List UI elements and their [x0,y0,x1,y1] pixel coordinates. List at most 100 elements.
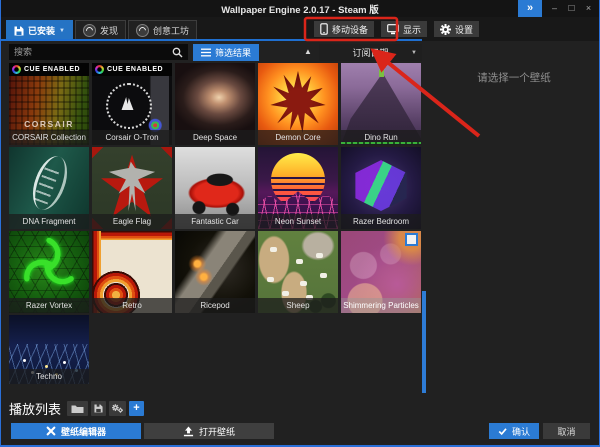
wallpaper-title: Neon Sunset [258,214,338,229]
settings-label: 设置 [455,23,473,36]
wallpaper-title: Razer Vortex [9,298,89,313]
search-input[interactable] [9,44,188,60]
display-button[interactable]: 显示 [381,21,427,37]
icue-logo-icon [95,65,104,74]
window-title: Wallpaper Engine 2.0.17 - Steam 版 [1,2,599,16]
wallpaper-title: Sheep [258,298,338,313]
wallpaper-tile-dino-run[interactable]: Dino Run [341,63,421,145]
more-chevrons-button[interactable]: » [518,0,542,17]
wallpaper-editor-button[interactable]: 壁纸编辑器 [11,423,141,439]
phone-icon [320,23,328,35]
icue-logo-icon [12,65,21,74]
razer-logo-art [17,234,81,298]
wallpaper-title: Retro [92,298,172,313]
sort-dropdown-value: 订阅日期 [352,46,388,59]
wallpaper-tile-corsair-collection[interactable]: CUE ENABLED CORSAIR CORSAIR Collection [9,63,89,145]
grid-scrollbar-thumb[interactable] [422,291,426,393]
collapse-arrow[interactable]: ▲ [304,47,312,56]
filter-results-label: 筛选结果 [215,46,251,59]
upload-icon [183,426,194,437]
window-controls: » – □ × [518,0,597,17]
techno-glow-art [23,359,26,362]
wallpaper-tile-deep-space[interactable]: Deep Space [175,63,255,145]
wallpaper-title: DNA Fragment [9,214,89,229]
wallpaper-tile-sheep[interactable]: Sheep [258,231,338,313]
playlist-save-button[interactable] [91,401,106,416]
settings-button[interactable]: 设置 [434,21,479,37]
monitor-icon [387,24,399,35]
check-icon [498,427,507,436]
wallpaper-title: CORSAIR Collection [9,130,89,145]
playlist-title: 播放列表 [9,399,61,418]
confirm-button[interactable]: 确认 [489,423,539,439]
wallpaper-title: Razer Bedroom [341,214,421,229]
wallpaper-tile-eagle-flag[interactable]: Eagle Flag [92,147,172,229]
no-selection-message: 请选择一个壁纸 [429,70,599,85]
mobile-device-label: 移动设备 [332,23,368,36]
chevron-down-icon: ▼ [411,50,417,56]
wallpaper-engine-window: Wallpaper Engine 2.0.17 - Steam 版 » – □ … [0,0,600,447]
wallpaper-title: Techno [9,369,89,384]
filter-results-button[interactable]: 筛选结果 [193,44,259,61]
chevron-down-icon: ▼ [59,28,65,34]
gears-icon [112,404,123,413]
sort-dropdown[interactable]: 订阅日期 ▼ [319,44,422,61]
close-button[interactable]: × [580,0,597,17]
wallpaper-tile-techno[interactable]: Techno [9,315,89,384]
gear-icon [440,24,451,35]
cancel-label: 取消 [557,425,575,438]
playlist-settings-button[interactable] [109,401,126,416]
wallpaper-tile-retro[interactable]: Retro [92,231,172,313]
mobile-device-button[interactable]: 移动设备 [314,21,374,37]
wallpaper-tile-demon-core[interactable]: Demon Core [258,63,338,145]
wallpaper-tile-shimmering-particles[interactable]: Shimmering Particles [341,231,421,313]
confirm-label: 确认 [512,425,530,438]
icue-banner-text: CUE ENABLED [24,66,80,73]
wallpaper-tile-razer-vortex[interactable]: Razer Vortex [9,231,89,313]
wallpaper-tile-razer-bedroom[interactable]: Razer Bedroom [341,147,421,229]
open-wallpaper-button[interactable]: 打开壁纸 [144,423,274,439]
title-bar: Wallpaper Engine 2.0.17 - Steam 版 » – □ … [1,0,599,17]
dino-sprite [379,70,384,77]
wallpaper-title: Demon Core [258,130,338,145]
save-icon [94,404,103,413]
wallpaper-tile-dna-fragment[interactable]: DNA Fragment [9,147,89,229]
tile-checkbox[interactable] [405,233,418,246]
discover-icon [83,24,96,37]
minimize-button[interactable]: – [546,0,563,17]
cancel-button[interactable]: 取消 [543,423,590,439]
tab-workshop-label: 创意工坊 [153,24,189,37]
display-label: 显示 [403,23,421,36]
wallpaper-title: Fantastic Car [175,214,255,229]
maximize-button[interactable]: □ [563,0,580,17]
playlist-buttons: + [67,401,144,416]
sheep-art [270,247,277,252]
tab-discover[interactable]: 发现 [75,20,126,40]
icue-banner: CUE ENABLED [9,63,89,76]
wallpaper-editor-label: 壁纸编辑器 [61,425,106,438]
wallpaper-title: Dino Run [341,130,421,145]
wallpaper-tile-corsair-o-tron[interactable]: CUE ENABLED Corsair O-Tron [92,63,172,145]
wallpaper-tile-neon-sunset[interactable]: Neon Sunset [258,147,338,229]
icue-banner: CUE ENABLED [92,63,172,76]
wallpaper-title: Ricepod [175,298,255,313]
folder-icon [71,404,84,414]
playlist-add-button[interactable]: + [129,401,144,416]
wallpaper-tile-fantastic-car[interactable]: Fantastic Car [175,147,255,229]
open-wallpaper-label: 打开壁纸 [199,425,235,438]
wallpaper-title: Corsair O-Tron [92,130,172,145]
corsair-watermark: CORSAIR [9,119,89,129]
playlist-open-folder-button[interactable] [67,401,88,416]
editor-x-icon [46,426,56,436]
wallpaper-title: Shimmering Particles [341,298,421,313]
icue-banner-text: CUE ENABLED [107,66,163,73]
workshop-icon [136,24,149,37]
tab-underline [1,39,422,41]
tab-discover-label: 发现 [100,24,118,37]
wallpaper-title: Deep Space [175,130,255,145]
tab-installed[interactable]: 已安装 ▼ [6,20,73,40]
search-icon [172,47,183,58]
tab-workshop[interactable]: 创意工坊 [128,20,197,40]
wallpaper-tile-ricepod[interactable]: Ricepod [175,231,255,313]
wallpaper-title: Eagle Flag [92,214,172,229]
